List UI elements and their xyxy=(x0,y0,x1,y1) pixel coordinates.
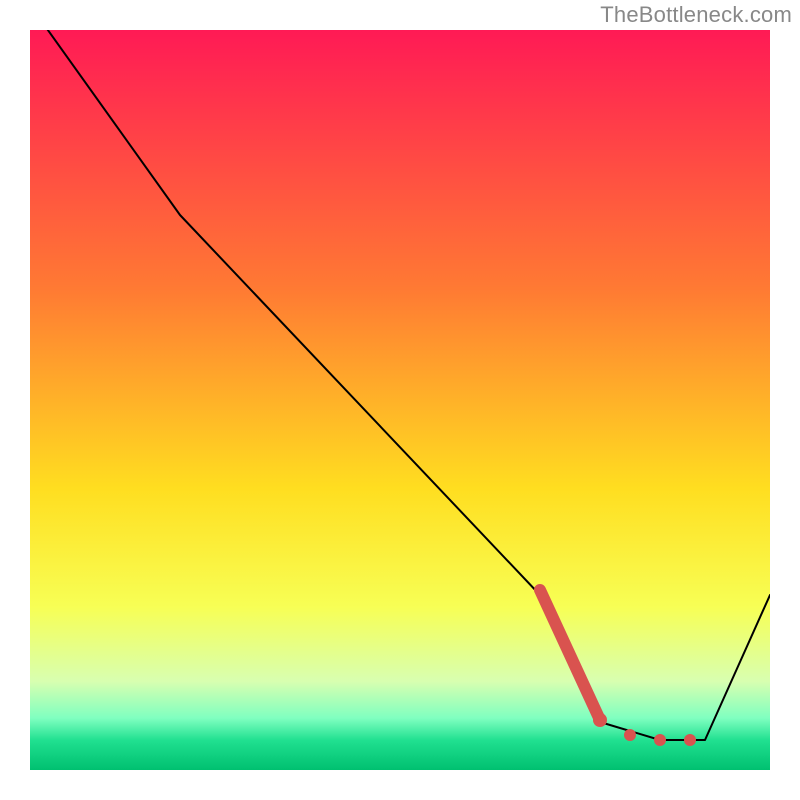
gradient-background xyxy=(30,30,770,770)
bottleneck-chart xyxy=(0,0,800,800)
chart-container: TheBottleneck.com xyxy=(0,0,800,800)
watermark-text: TheBottleneck.com xyxy=(600,2,792,28)
